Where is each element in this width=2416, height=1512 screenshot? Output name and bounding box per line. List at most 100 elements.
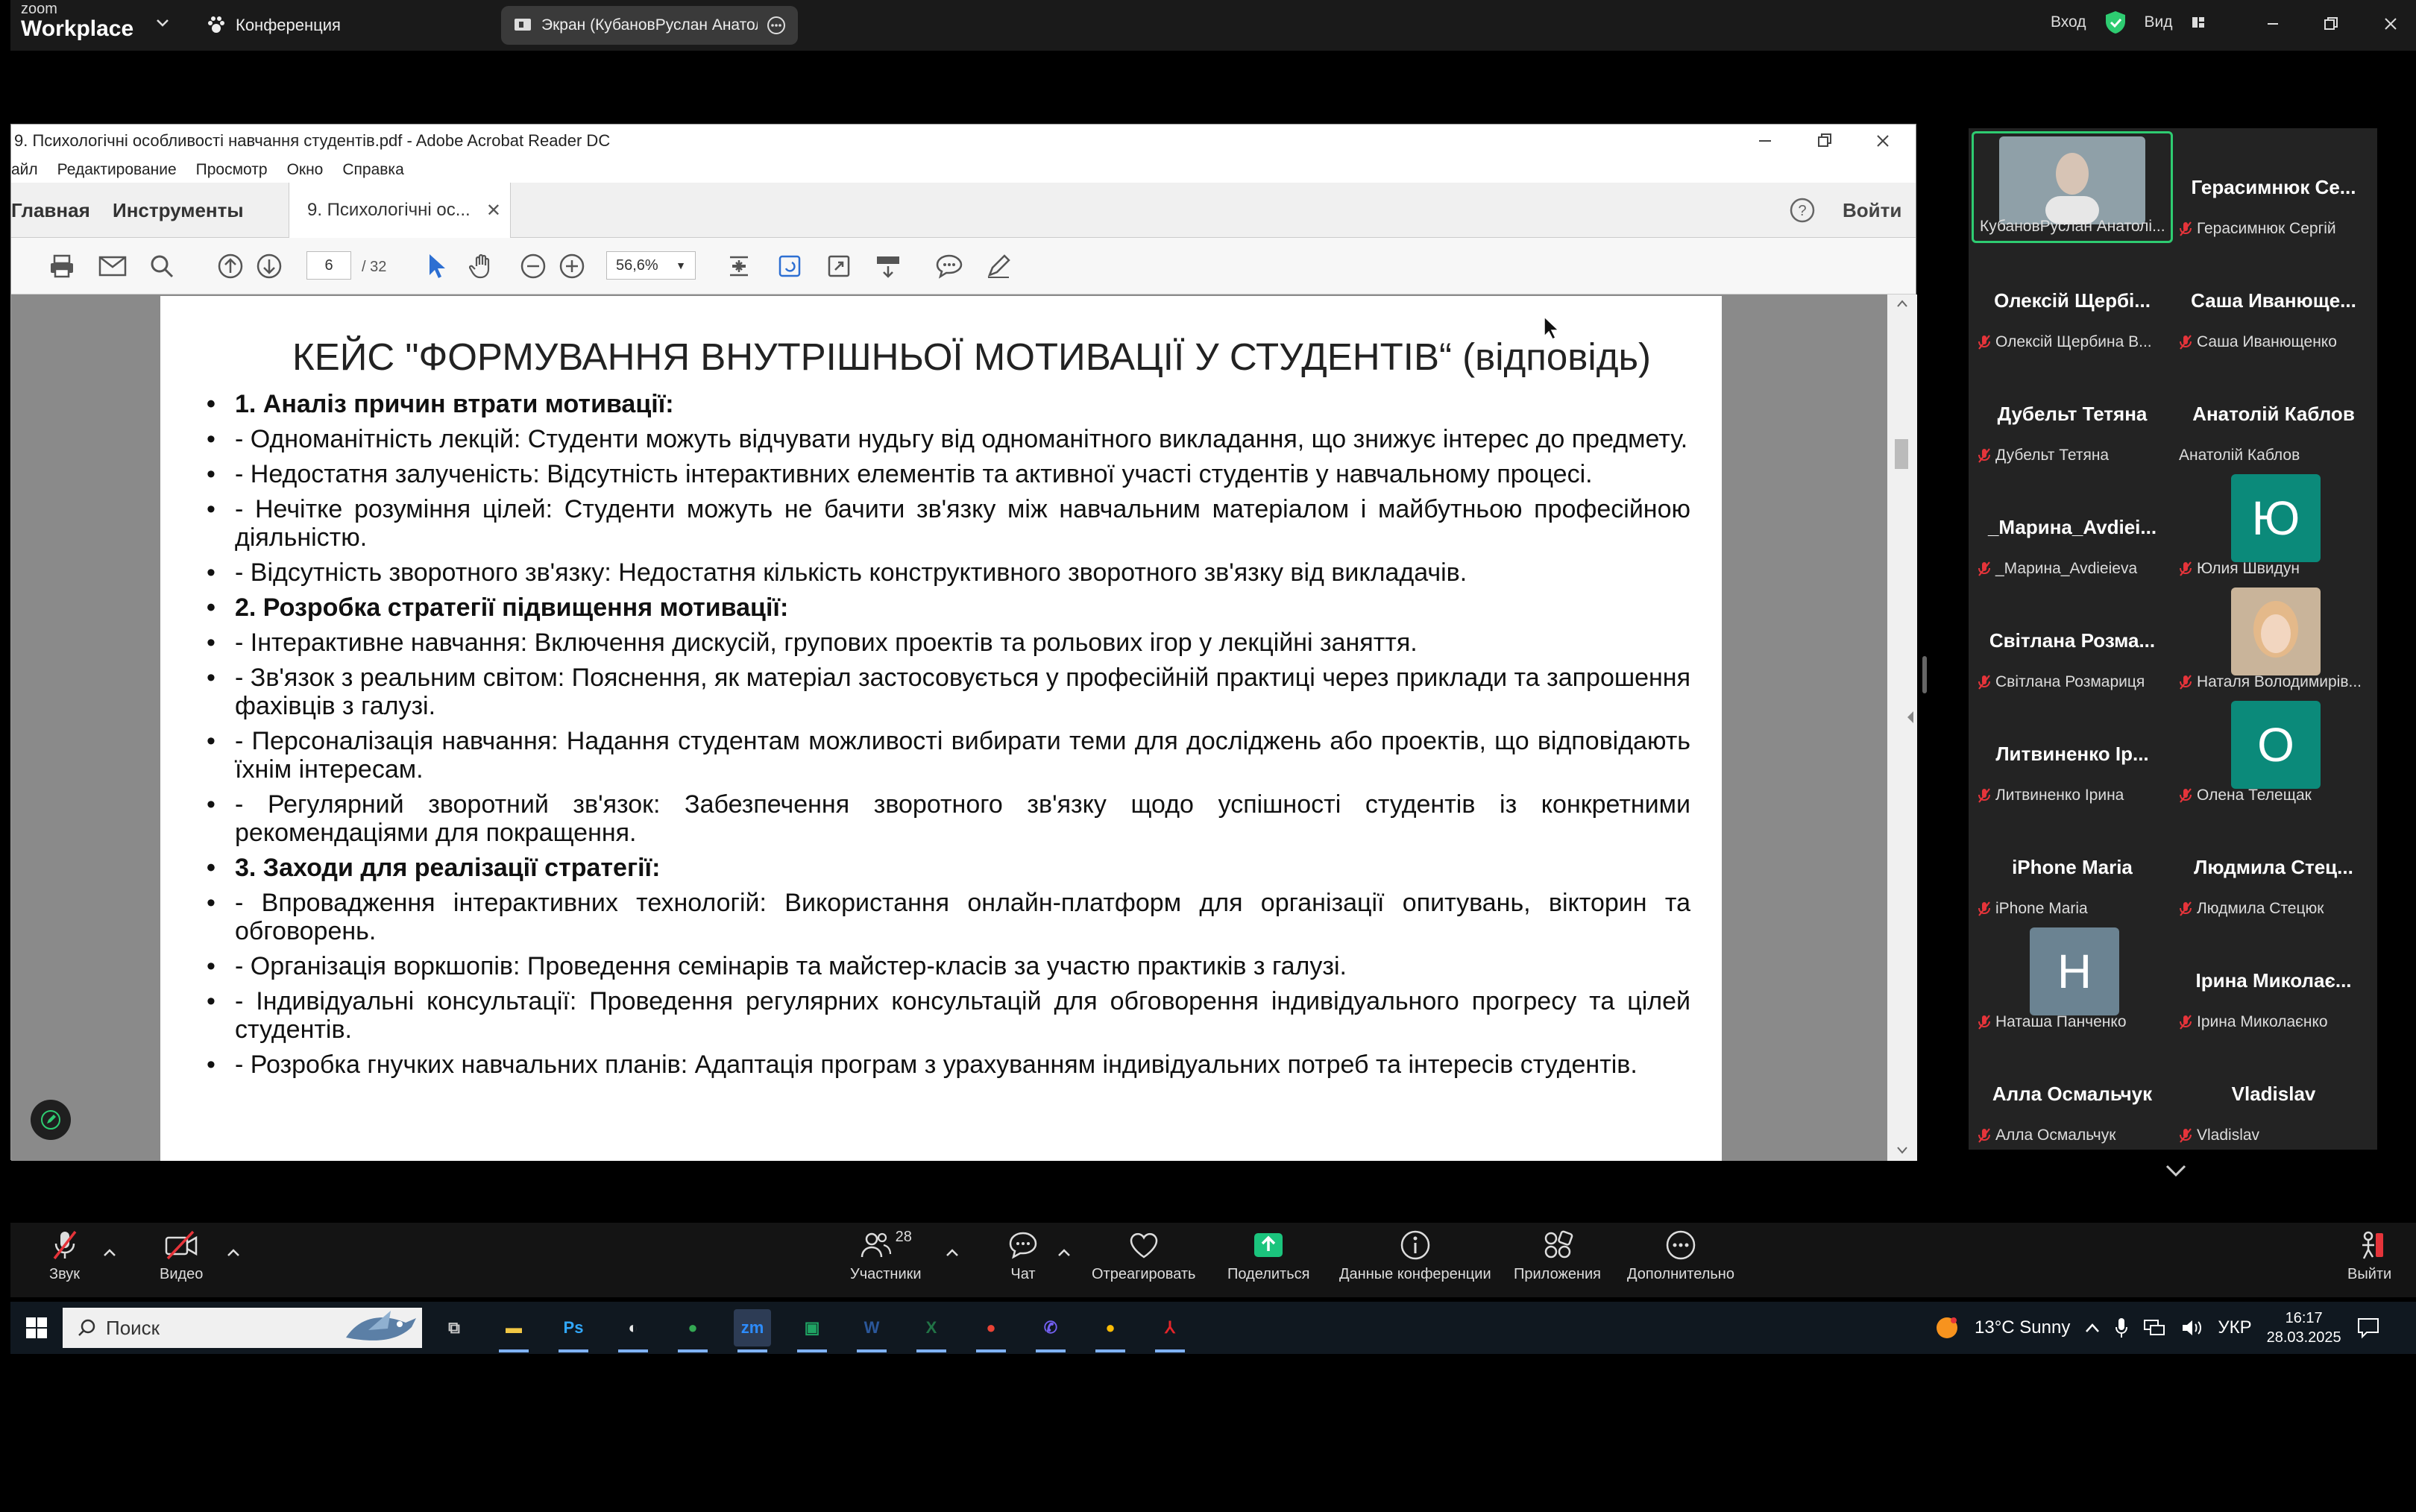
taskbar-acrobat-icon[interactable]: ⅄ bbox=[1151, 1309, 1189, 1346]
vertical-scrollbar[interactable] bbox=[1887, 294, 1917, 1161]
menu-help[interactable]: Справка bbox=[342, 161, 403, 179]
participant-tile[interactable]: Олексій Щербі... Олексій Щербина В... bbox=[1972, 245, 2173, 356]
next-page-icon[interactable] bbox=[254, 251, 284, 281]
hand-tool-icon[interactable] bbox=[468, 251, 497, 281]
participant-tile[interactable]: iPhone Maria iPhone Maria bbox=[1972, 811, 2173, 923]
menu-view[interactable]: Просмотр bbox=[196, 161, 268, 179]
more-button[interactable]: Дополнительно bbox=[1627, 1229, 1734, 1283]
minimize-icon[interactable] bbox=[2258, 9, 2288, 39]
grid-icon[interactable] bbox=[2191, 15, 2206, 30]
taskbar-viber-icon[interactable]: ✆ bbox=[1032, 1309, 1069, 1346]
participant-tile[interactable]: Герасимнюк Се... Герасимнюк Сергій bbox=[2173, 131, 2374, 243]
help-icon[interactable]: ? bbox=[1789, 183, 1816, 238]
weather-text[interactable]: 13°C Sunny bbox=[1975, 1317, 2070, 1338]
scroll-up-icon[interactable] bbox=[1896, 299, 1908, 308]
taskbar-chrome3-icon[interactable]: ● bbox=[1092, 1309, 1129, 1346]
notifications-icon[interactable] bbox=[2356, 1317, 2380, 1339]
participant-tile[interactable]: Людмила Стец... Людмила Стецюк bbox=[2173, 811, 2374, 923]
participant-tile[interactable]: Анатолій Каблов Анатолій Каблов bbox=[2173, 358, 2374, 470]
fullscreen-icon[interactable] bbox=[824, 251, 854, 281]
chat-button[interactable]: Чат bbox=[1007, 1229, 1039, 1283]
panel-resize-handle[interactable] bbox=[1922, 656, 1927, 693]
taskbar-word-icon[interactable]: W bbox=[853, 1309, 890, 1346]
rotate-icon[interactable] bbox=[775, 251, 805, 281]
participant-tile[interactable]: КубановРуслан Анатолі... bbox=[1972, 131, 2173, 243]
tab-document[interactable]: 9. Психологічні ос... ✕ bbox=[289, 183, 511, 238]
participant-tile[interactable]: Ірина Миколає... Ірина Миколаєнко bbox=[2173, 924, 2374, 1036]
print-icon[interactable] bbox=[47, 251, 77, 281]
share-button[interactable]: Поделиться bbox=[1227, 1229, 1309, 1283]
participant-tile[interactable]: Алла Осмальчук Алла Осмальчук bbox=[1972, 1038, 2173, 1150]
scroll-mode-icon[interactable] bbox=[873, 251, 903, 281]
taskbar-excel-icon[interactable]: X bbox=[913, 1309, 950, 1346]
conference-menu[interactable]: Конференция bbox=[206, 12, 341, 39]
search-icon[interactable] bbox=[147, 251, 177, 281]
minimize-icon[interactable] bbox=[1755, 130, 1775, 151]
scroll-down-icon[interactable] bbox=[1896, 1146, 1908, 1155]
restore-icon[interactable] bbox=[2316, 9, 2346, 39]
network-icon[interactable] bbox=[2143, 1318, 2165, 1338]
close-icon[interactable] bbox=[2376, 9, 2406, 39]
participant-tile[interactable]: Литвиненко Ір... Литвиненко Ірина bbox=[1972, 698, 2173, 810]
chevron-down-icon[interactable] bbox=[154, 13, 172, 31]
meeting-info-button[interactable]: Данные конференции bbox=[1339, 1229, 1491, 1283]
volume-icon[interactable] bbox=[2180, 1318, 2203, 1338]
apps-button[interactable]: Приложения bbox=[1514, 1229, 1601, 1283]
restore-icon[interactable] bbox=[1814, 130, 1835, 151]
more-icon[interactable] bbox=[767, 16, 786, 35]
email-icon[interactable] bbox=[98, 251, 128, 281]
menu-window[interactable]: Окно bbox=[287, 161, 324, 179]
close-icon[interactable] bbox=[1872, 130, 1893, 151]
clock[interactable]: 16:17 28.03.2025 bbox=[2267, 1308, 2341, 1347]
chevron-up-icon[interactable] bbox=[946, 1248, 959, 1257]
tab-home[interactable]: Главная bbox=[11, 183, 90, 238]
fit-page-icon[interactable] bbox=[724, 251, 754, 281]
edit-pdf-button[interactable] bbox=[31, 1100, 71, 1140]
menu-file[interactable]: айл bbox=[11, 161, 38, 179]
chevron-down-icon[interactable] bbox=[2164, 1163, 2188, 1178]
taskbar-photoshop-icon[interactable]: Ps bbox=[555, 1309, 592, 1346]
comment-icon[interactable] bbox=[934, 251, 964, 281]
microphone-icon[interactable] bbox=[2115, 1317, 2128, 1339]
chevron-up-icon[interactable] bbox=[2085, 1323, 2100, 1333]
page-number-input[interactable]: 6 bbox=[306, 251, 351, 280]
windows-start-icon[interactable] bbox=[18, 1309, 55, 1346]
taskbar-zoom-icon[interactable]: zm bbox=[734, 1309, 771, 1346]
collapse-panel-icon[interactable] bbox=[1906, 708, 1915, 726]
participant-tile[interactable]: Дубельт Тетяна Дубельт Тетяна bbox=[1972, 358, 2173, 470]
signin-button[interactable]: Войти bbox=[1843, 183, 1901, 238]
taskbar-taskview-icon[interactable]: ⧉ bbox=[435, 1309, 473, 1346]
participant-tile[interactable]: Vladislav Vladislav bbox=[2173, 1038, 2374, 1150]
zoom-level-select[interactable]: 56,6% ▼ bbox=[606, 251, 696, 280]
screen-share-indicator[interactable]: Экран (КубановРуслан Анатолі bbox=[501, 6, 798, 45]
participant-tile[interactable]: Ю Юлия Швидун bbox=[2173, 471, 2374, 583]
taskbar-hangouts-icon[interactable]: ▣ bbox=[793, 1309, 831, 1346]
prev-page-icon[interactable] bbox=[216, 251, 245, 281]
participants-button[interactable]: 28 Участники bbox=[850, 1229, 922, 1283]
taskbar-paint-icon[interactable]: ◐ bbox=[614, 1309, 652, 1346]
tab-tools[interactable]: Инструменты bbox=[113, 183, 244, 238]
taskbar-chrome-icon[interactable]: ● bbox=[674, 1309, 711, 1346]
taskbar-search[interactable]: Поиск bbox=[63, 1308, 422, 1348]
shield-icon[interactable] bbox=[2104, 10, 2127, 34]
participant-tile[interactable]: Саша Иванюще... Саша Иванющенко bbox=[2173, 245, 2374, 356]
react-button[interactable]: Отреагировать bbox=[1092, 1229, 1195, 1283]
participant-tile[interactable]: Наталя Володимирів... bbox=[2173, 585, 2374, 696]
participant-tile[interactable]: О Олена Телещак bbox=[2173, 698, 2374, 810]
scroll-thumb[interactable] bbox=[1895, 439, 1908, 469]
pen-icon[interactable] bbox=[984, 251, 1013, 281]
video-button[interactable]: Видео bbox=[160, 1229, 203, 1283]
weather-icon[interactable] bbox=[1934, 1315, 1960, 1341]
leave-button[interactable]: Выйти bbox=[2347, 1229, 2391, 1283]
taskbar-chrome2-icon[interactable]: ● bbox=[972, 1309, 1010, 1346]
view-button[interactable]: Вид bbox=[2145, 13, 2173, 31]
taskbar-explorer-icon[interactable]: ▬ bbox=[495, 1309, 532, 1346]
chevron-up-icon[interactable] bbox=[1057, 1248, 1071, 1257]
chevron-up-icon[interactable] bbox=[103, 1248, 116, 1257]
participant-tile[interactable]: Світлана Розма... Світлана Розмариця bbox=[1972, 585, 2173, 696]
menu-edit[interactable]: Редактирование bbox=[57, 161, 177, 179]
audio-button[interactable]: Звук bbox=[49, 1229, 80, 1283]
participant-tile[interactable]: Н Наташа Панченко bbox=[1972, 924, 2173, 1036]
signin-button[interactable]: Вход bbox=[2051, 13, 2086, 31]
zoom-logo[interactable]: zoom Workplace bbox=[21, 1, 133, 40]
